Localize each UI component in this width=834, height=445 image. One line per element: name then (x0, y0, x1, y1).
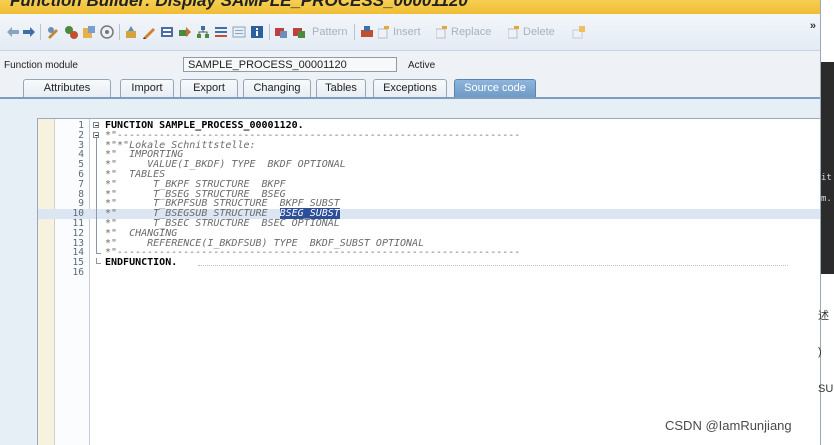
fold-line (92, 209, 101, 219)
insert-icon (378, 26, 389, 39)
fold-toggle-icon (92, 121, 101, 131)
fold-line (92, 140, 101, 151)
insert-button[interactable]: Insert (378, 24, 421, 40)
display-object-list-icon[interactable] (232, 24, 246, 40)
fold-line (92, 189, 101, 200)
fold-line (92, 150, 101, 161)
toolbar-separator (119, 24, 120, 40)
edit-pencil-icon[interactable] (142, 24, 156, 40)
pattern-button-label: Pattern (312, 26, 348, 38)
more-toolbar-chevron-icon[interactable]: » (810, 20, 816, 32)
fold-line (92, 228, 101, 239)
code-line[interactable]: 15 ENDFUNCTION. (38, 257, 820, 269)
fold-line (92, 238, 101, 249)
background-terminal-text: it (821, 173, 832, 183)
active-inactive-icon[interactable] (64, 24, 78, 40)
toolbar-separator (40, 24, 41, 40)
tab-import[interactable]: Import (120, 79, 174, 97)
code-lines: 1 FUNCTION SAMPLE_PROCESS_00001120. 2 *"---… (38, 121, 820, 278)
sap-window: Function Builder: Display SAMPLE_PROCESS… (0, 0, 821, 445)
toolbar-separator (354, 24, 355, 40)
code-text: ENDFUNCTION. (105, 257, 178, 269)
fold-line (92, 218, 101, 229)
fold-end (92, 248, 101, 258)
line-number: 16 (72, 266, 84, 278)
back-arrow-icon[interactable] (6, 24, 20, 40)
function-module-row: Function module Active (0, 51, 820, 75)
replace-button[interactable]: Replace (436, 24, 491, 40)
replace-button-label: Replace (451, 26, 492, 38)
pattern-button[interactable]: Pattern (312, 24, 347, 40)
breakpoint-icon[interactable] (274, 24, 288, 40)
info-icon[interactable] (250, 24, 264, 40)
delete-icon (508, 26, 519, 39)
activate-icon[interactable] (124, 24, 138, 40)
pretty-printer-icon[interactable] (360, 24, 374, 40)
undo-icon[interactable] (572, 24, 586, 40)
background-text: ) (818, 346, 822, 358)
tab-export[interactable]: Export (180, 79, 238, 97)
status-text: Active (408, 60, 436, 71)
tab-attributes[interactable]: Attributes (23, 79, 111, 97)
source-code-pane: 1 FUNCTION SAMPLE_PROCESS_00001120. 2 *"---… (0, 99, 820, 445)
replace-icon (436, 26, 447, 39)
where-used-icon[interactable] (160, 24, 174, 40)
insert-button-label: Insert (393, 26, 421, 38)
fold-line (92, 199, 101, 210)
function-module-input[interactable] (183, 57, 397, 72)
fold-end (92, 258, 101, 268)
toolbar-separator (269, 24, 270, 40)
other-object-icon[interactable] (82, 24, 96, 40)
end-marker-line (198, 265, 788, 267)
check-icon[interactable] (100, 24, 114, 40)
navigation-icon[interactable] (178, 24, 192, 40)
background-text: SU (818, 383, 834, 395)
abap-code-editor[interactable]: 1 FUNCTION SAMPLE_PROCESS_00001120. 2 *"---… (37, 118, 820, 445)
tab-changing[interactable]: Changing (243, 79, 311, 97)
title-bar: Function Builder: Display SAMPLE_PROCESS… (0, 0, 820, 14)
application-toolbar: Pattern Insert Replace Delete » (0, 14, 820, 51)
tab-strip: Attributes Import Export Changing Tables… (0, 75, 820, 99)
window-title: Function Builder: Display SAMPLE_PROCESS… (10, 0, 468, 10)
tab-exceptions[interactable]: Exceptions (373, 79, 447, 97)
fold-line (92, 169, 101, 180)
session-breakpoint-icon[interactable] (292, 24, 306, 40)
fold-line (92, 179, 101, 190)
function-module-label: Function module (4, 60, 78, 71)
forward-arrow-icon[interactable] (22, 24, 36, 40)
list-icon[interactable] (214, 24, 228, 40)
tab-source-code[interactable]: Source code (454, 79, 536, 97)
hierarchy-icon[interactable] (196, 24, 210, 40)
code-line[interactable]: 16 (38, 266, 820, 278)
fold-gutter (92, 268, 101, 278)
fold-line (92, 160, 101, 170)
fold-toggle-icon (92, 131, 101, 141)
display-change-icon[interactable] (46, 24, 60, 40)
background-terminal-text: m. (821, 194, 832, 204)
background-text: 述 (818, 310, 829, 322)
tab-tables[interactable]: Tables (316, 79, 366, 97)
delete-button-label: Delete (523, 26, 555, 38)
watermark: CSDN @IamRunjiang (665, 418, 792, 433)
background-terminal-window: it m. (821, 62, 834, 274)
delete-button[interactable]: Delete (508, 24, 555, 40)
